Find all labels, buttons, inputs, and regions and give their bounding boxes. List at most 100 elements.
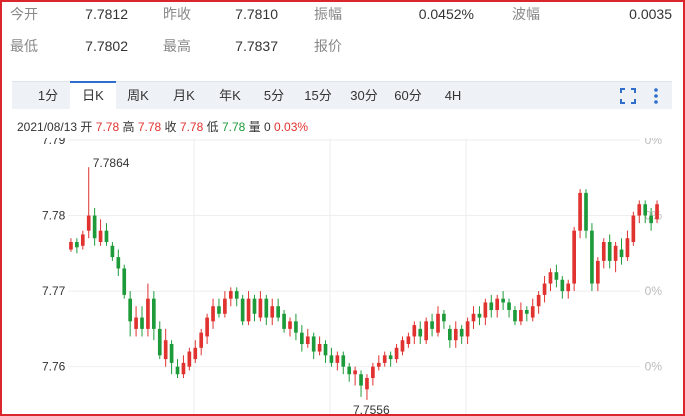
candle-up bbox=[317, 344, 322, 352]
candle-up bbox=[596, 260, 600, 284]
candle-up bbox=[536, 294, 541, 307]
percent-tick-label: 0% bbox=[645, 284, 663, 298]
candle-down bbox=[75, 242, 79, 248]
candle-down bbox=[122, 268, 127, 295]
prev-close-value: 7.7810 bbox=[235, 6, 278, 22]
high-label: 最高 bbox=[163, 38, 191, 54]
candle-up bbox=[353, 370, 357, 375]
candle-down bbox=[169, 344, 174, 363]
candle-down bbox=[619, 249, 624, 258]
candle-down bbox=[554, 272, 559, 280]
candle-down bbox=[252, 298, 257, 314]
candle-down bbox=[418, 328, 423, 337]
candle-up bbox=[519, 310, 523, 322]
candle-up bbox=[211, 306, 215, 322]
candle-down bbox=[140, 317, 144, 329]
candle-up bbox=[86, 215, 91, 231]
candle-up bbox=[181, 362, 186, 375]
open-value: 7.7812 bbox=[85, 6, 128, 22]
tab-30min[interactable]: 30分 bbox=[341, 82, 387, 110]
candle-down bbox=[477, 313, 482, 318]
period-toolbar: 1分 日K 周K 月K 年K 5分 15分 30分 60分 4H bbox=[12, 81, 672, 110]
candle-up bbox=[146, 298, 150, 329]
candle-up bbox=[453, 328, 458, 341]
amplitude-label: 振幅 bbox=[314, 6, 342, 22]
candle-up bbox=[376, 362, 381, 367]
tab-daily-k[interactable]: 日K bbox=[70, 81, 116, 110]
candle-down bbox=[157, 328, 162, 356]
ohlc-high-label: 高 bbox=[122, 120, 135, 134]
percent-tick-label: 0% bbox=[645, 209, 663, 223]
candle-down bbox=[501, 298, 505, 303]
candle-down bbox=[323, 344, 328, 356]
candle-up bbox=[270, 306, 275, 318]
candle-up bbox=[163, 340, 168, 360]
tab-weekly-k[interactable]: 周K bbox=[116, 82, 160, 110]
quote-panel: 今开 7.7812 昨收 7.7810 振幅 0.0452% 波幅 0.0035… bbox=[2, 2, 683, 62]
ohlc-volume: 0 bbox=[264, 120, 271, 134]
candle-up bbox=[631, 215, 636, 242]
candle-down bbox=[388, 355, 393, 360]
tab-5min[interactable]: 5分 bbox=[252, 82, 296, 110]
candle-up bbox=[548, 272, 553, 284]
candle-down bbox=[459, 328, 464, 337]
candle-down bbox=[329, 355, 334, 363]
candle-up bbox=[335, 355, 340, 363]
candle-down bbox=[276, 306, 280, 318]
candle-down bbox=[116, 257, 121, 269]
ohlc-close-label: 收 bbox=[164, 120, 177, 134]
price-value bbox=[382, 34, 474, 58]
candle-up bbox=[80, 234, 85, 246]
ohlc-readout: 2021/08/13 开 7.78 高 7.78 收 7.78 低 7.78 量… bbox=[17, 118, 308, 135]
y-tick-label: 7.76 bbox=[42, 360, 66, 374]
open-label: 今开 bbox=[10, 6, 38, 22]
tab-60min[interactable]: 60分 bbox=[385, 82, 431, 110]
candle-up bbox=[223, 298, 227, 314]
candle-up bbox=[483, 302, 488, 318]
candle-down bbox=[264, 298, 269, 318]
swing-label: 波幅 bbox=[512, 6, 540, 22]
candle-down bbox=[643, 204, 648, 216]
candle-up bbox=[578, 192, 582, 231]
candle-up bbox=[412, 325, 417, 337]
low-label: 最低 bbox=[10, 38, 38, 54]
candle-down bbox=[442, 313, 446, 322]
candle-up bbox=[382, 355, 387, 363]
amplitude-value: 0.0452% bbox=[418, 6, 474, 22]
tab-15min[interactable]: 15分 bbox=[295, 82, 341, 110]
candle-up bbox=[406, 336, 411, 344]
min-price-label: 7.7556 bbox=[353, 403, 390, 414]
candle-down bbox=[294, 321, 298, 333]
prev-close-label: 昨收 bbox=[163, 6, 191, 22]
candle-down bbox=[152, 298, 156, 329]
candle-up bbox=[246, 298, 251, 322]
fullscreen-icon[interactable] bbox=[618, 86, 638, 106]
y-tick-label: 7.77 bbox=[42, 284, 66, 298]
candle-down bbox=[607, 242, 612, 261]
more-options-icon[interactable] bbox=[646, 86, 666, 106]
tab-1min[interactable]: 1分 bbox=[26, 82, 70, 110]
candle-up bbox=[98, 230, 103, 242]
ohlc-high: 7.78 bbox=[137, 120, 162, 134]
candle-up bbox=[205, 317, 209, 337]
candle-down bbox=[430, 321, 434, 329]
tab-4h[interactable]: 4H bbox=[431, 82, 475, 110]
percent-tick-label: 0% bbox=[645, 138, 663, 147]
ohlc-low: 7.78 bbox=[221, 120, 246, 134]
candle-down bbox=[584, 192, 588, 231]
price-label: 报价 bbox=[314, 38, 342, 54]
candle-up bbox=[530, 306, 535, 318]
tab-monthly-k[interactable]: 月K bbox=[162, 82, 206, 110]
candle-down bbox=[104, 230, 109, 242]
tab-yearly-k[interactable]: 年K bbox=[208, 82, 252, 110]
candle-up bbox=[400, 340, 405, 352]
candle-up bbox=[69, 242, 73, 250]
candle-up bbox=[424, 321, 428, 341]
candle-down bbox=[110, 245, 115, 258]
candlestick-chart[interactable]: 7.79 0% 7.78 0% 7.77 0% 7.76 0% 7.7864 7.7556 bbox=[0, 138, 685, 414]
ohlc-open: 7.78 bbox=[95, 120, 120, 134]
candle-up bbox=[258, 298, 263, 318]
ohlc-low-label: 低 bbox=[206, 120, 219, 134]
candle-down bbox=[92, 215, 97, 239]
candle-down bbox=[217, 306, 221, 314]
